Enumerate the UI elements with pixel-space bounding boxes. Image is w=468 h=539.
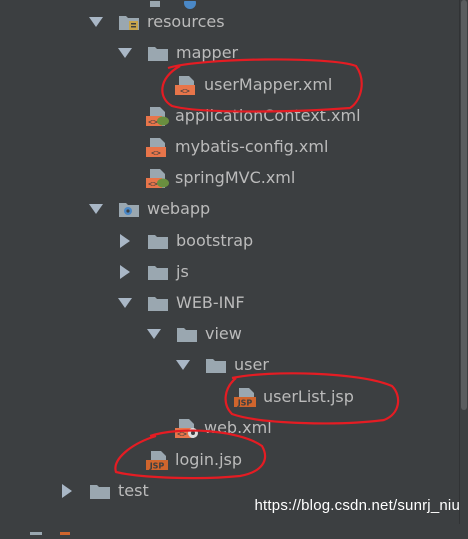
tree-node-bootstrap[interactable]: bootstrap: [0, 225, 460, 256]
tree-node-mapper[interactable]: mapper: [0, 37, 460, 68]
tree-label: userMapper.xml: [204, 75, 333, 94]
watermark-url: https://blog.csdn.net/sunrj_niu: [254, 497, 460, 514]
tree-node-user-list-jsp[interactable]: JSP userList.jsp: [0, 381, 460, 412]
resources-folder-icon: [118, 13, 140, 31]
xml-file-icon: <>: [146, 137, 168, 157]
tree-label: bootstrap: [176, 231, 254, 250]
tree-label: test: [118, 481, 149, 500]
cut-off-tree-item: [0, 520, 90, 535]
tree-label: login.jsp: [175, 450, 242, 469]
tree-node-mybatis-config-xml[interactable]: <> mybatis-config.xml: [0, 131, 460, 162]
tree-node-view[interactable]: view: [0, 318, 460, 349]
icon-glyph: JSP: [237, 398, 253, 407]
tree-label: webapp: [147, 199, 211, 218]
tree-label: user: [234, 355, 269, 374]
jsp-file-icon: JSP: [234, 387, 256, 407]
tree-node-web-xml[interactable]: <> web.xml: [0, 412, 460, 443]
tree-node-user-mapper-xml[interactable]: <> userMapper.xml: [0, 69, 460, 100]
tree-label: springMVC.xml: [175, 168, 296, 187]
tree-label: userList.jsp: [263, 387, 354, 406]
tree-node-webapp[interactable]: webapp: [0, 193, 460, 224]
tree-label: WEB-INF: [176, 293, 245, 312]
web-xml-file-icon: <>: [175, 418, 198, 438]
cut-off-tree-item: [150, 0, 210, 9]
folder-icon: [147, 294, 169, 312]
expand-arrow-icon[interactable]: [146, 326, 162, 342]
xml-file-icon: <>: [175, 75, 197, 95]
tree-label: view: [205, 324, 242, 343]
tree-label: web.xml: [204, 418, 272, 437]
web-folder-icon: [118, 200, 140, 218]
expand-arrow-icon[interactable]: [117, 45, 133, 61]
spring-xml-file-icon: <>: [146, 168, 169, 188]
expand-arrow-icon[interactable]: [175, 357, 191, 373]
collapse-arrow-icon[interactable]: [117, 233, 133, 249]
collapse-arrow-icon[interactable]: [117, 264, 133, 280]
tree-label: applicationContext.xml: [175, 106, 361, 125]
tree-label: resources: [147, 12, 225, 31]
icon-glyph: <>: [151, 148, 161, 157]
expand-arrow-icon[interactable]: [88, 201, 104, 217]
expand-arrow-icon[interactable]: [88, 14, 104, 30]
svg-text:<>: <>: [148, 179, 158, 188]
folder-icon: [147, 263, 169, 281]
icon-glyph: <>: [180, 86, 190, 95]
tree-node-user[interactable]: user: [0, 349, 460, 380]
scrollbar-thumb[interactable]: [461, 0, 467, 410]
svg-text:<>: <>: [177, 429, 187, 438]
svg-text:<>: <>: [148, 117, 158, 126]
tree-node-login-jsp[interactable]: JSP login.jsp: [0, 444, 460, 475]
jsp-file-icon: JSP: [146, 450, 168, 470]
tree-node-web-inf[interactable]: WEB-INF: [0, 287, 460, 318]
folder-icon: [205, 356, 227, 374]
folder-icon: [176, 325, 198, 343]
expand-arrow-icon[interactable]: [117, 295, 133, 311]
collapse-arrow-icon[interactable]: [59, 483, 75, 499]
tree-label: mybatis-config.xml: [175, 137, 329, 156]
tree-label: js: [176, 262, 189, 281]
folder-icon: [147, 44, 169, 62]
folder-icon: [147, 232, 169, 250]
spring-xml-file-icon: <>: [146, 106, 169, 126]
vertical-scrollbar[interactable]: [459, 0, 468, 524]
tree-node-resources[interactable]: resources: [0, 6, 460, 37]
icon-glyph: JSP: [149, 461, 165, 470]
tree-node-js[interactable]: js: [0, 256, 460, 287]
folder-icon: [89, 482, 111, 500]
tree-node-spring-mvc-xml[interactable]: <> springMVC.xml: [0, 162, 460, 193]
tree-label: mapper: [176, 43, 239, 62]
tree-node-application-context-xml[interactable]: <> applicationContext.xml: [0, 100, 460, 131]
